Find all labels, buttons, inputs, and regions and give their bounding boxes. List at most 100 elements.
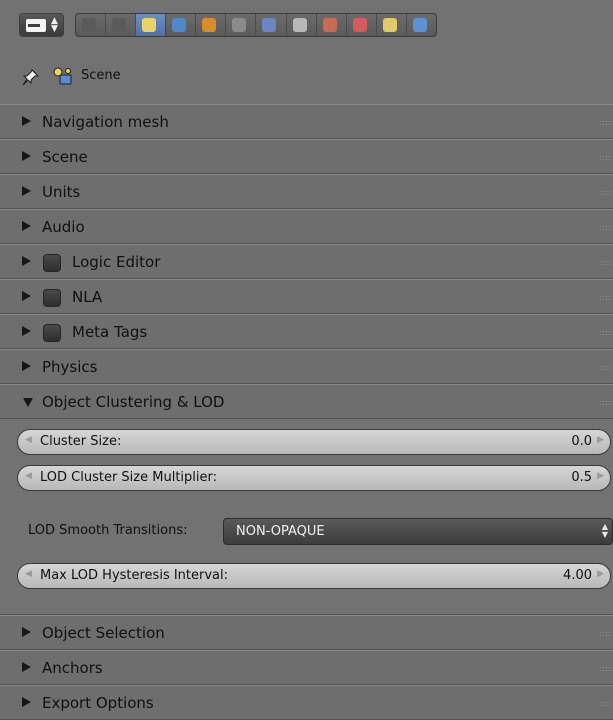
properties-editor: ▲ ▼ Scene Navigation mesh Scene Units Audio L… (0, 0, 613, 720)
panel-header-logic-editor[interactable]: Logic Editor (0, 244, 613, 279)
panel-header-navigation-mesh[interactable]: Navigation mesh (0, 104, 613, 139)
panel-enable-checkbox[interactable] (43, 324, 61, 342)
data-tab[interactable] (287, 14, 317, 36)
scene-icon (142, 18, 157, 32)
render-icon (82, 18, 96, 32)
modifiers-tab[interactable] (256, 14, 287, 36)
texture-icon (352, 18, 367, 32)
lod-cluster-size-multiplier-field[interactable]: ◀ LOD Cluster Size Multiplier: 0.5 ▶ (17, 465, 611, 491)
cluster-size-label: Cluster Size: (40, 434, 122, 449)
context-tabs (75, 13, 437, 37)
panel-header-anchors[interactable]: Anchors (0, 650, 613, 685)
panel-title: Object Selection (42, 624, 165, 642)
expand-triangle-icon (22, 326, 31, 336)
panel-header-scene[interactable]: Scene (0, 139, 613, 174)
panel-title: Logic Editor (72, 253, 161, 271)
decrement-arrow-icon[interactable]: ◀ (25, 471, 32, 481)
max-lod-hysteresis-interval-field[interactable]: ◀ Max LOD Hysteresis Interval: 4.00 ▶ (17, 563, 611, 589)
panel-title: Object Clustering & LOD (42, 393, 225, 411)
panel-header-nla[interactable]: NLA (0, 279, 613, 314)
breadcrumb: Scene (0, 56, 613, 98)
drag-grip-icon[interactable] (599, 330, 611, 336)
drag-grip-icon[interactable] (599, 225, 611, 231)
panel-header-audio[interactable]: Audio (0, 209, 613, 244)
panel-title: Meta Tags (72, 323, 148, 341)
panel-list: Navigation mesh Scene Units Audio Logic Edit… (0, 104, 613, 720)
editor-type-updown-icon: ▲ ▼ (51, 16, 58, 34)
panel-enable-checkbox[interactable] (43, 289, 61, 307)
panel-header-physics[interactable]: Physics (0, 349, 613, 384)
drag-grip-icon[interactable] (599, 701, 611, 707)
panel-title: Scene (42, 148, 88, 166)
modifiers-icon (262, 18, 277, 32)
hysteresis-value: 4.00 (563, 568, 592, 583)
decrement-arrow-icon[interactable]: ◀ (25, 435, 32, 445)
particles-icon (382, 18, 397, 32)
texture-tab[interactable] (347, 14, 377, 36)
expand-triangle-icon (22, 627, 31, 637)
panel-title: Units (42, 183, 81, 201)
panel-title: NLA (72, 288, 103, 306)
drag-grip-icon[interactable] (599, 400, 611, 406)
cluster-size-field[interactable]: ◀ Cluster Size: 0.0 ▶ (17, 429, 611, 455)
render-tab[interactable] (76, 14, 107, 36)
expand-triangle-icon (22, 256, 31, 266)
hysteresis-label: Max LOD Hysteresis Interval: (40, 568, 229, 583)
panel-enable-checkbox[interactable] (43, 254, 61, 272)
increment-arrow-icon[interactable]: ▶ (597, 471, 604, 481)
collapse-triangle-icon (23, 398, 33, 407)
lod-multiplier-label: LOD Cluster Size Multiplier: (40, 470, 217, 485)
drag-grip-icon[interactable] (599, 295, 611, 301)
increment-arrow-icon[interactable]: ▶ (597, 569, 604, 579)
scene-tab[interactable] (136, 14, 167, 36)
physics-tab[interactable] (407, 14, 436, 36)
dropdown-updown-icon: ▲ ▼ (601, 522, 608, 539)
breadcrumb-scene-label: Scene (81, 68, 121, 83)
panel-header-export-options[interactable]: Export Options (0, 685, 613, 720)
drag-grip-icon[interactable] (599, 666, 611, 672)
lod-smooth-transitions-value: NON-OPAQUE (236, 524, 325, 539)
panel-title: Anchors (42, 659, 103, 677)
expand-triangle-icon (22, 186, 31, 196)
drag-grip-icon[interactable] (599, 155, 611, 161)
decrement-arrow-icon[interactable]: ◀ (25, 569, 32, 579)
pin-icon[interactable] (21, 68, 41, 86)
editor-type-button[interactable]: ▲ ▼ (19, 13, 64, 37)
render-layers-tab[interactable] (106, 14, 137, 36)
expand-triangle-icon (22, 291, 31, 301)
expand-triangle-icon (22, 662, 31, 672)
panel-title: Audio (42, 218, 85, 236)
scene-icon (53, 67, 72, 85)
editor-type-icon (26, 19, 46, 32)
world-tab[interactable] (166, 14, 197, 36)
panel-header-object-clustering-lod[interactable]: Object Clustering & LOD (0, 384, 613, 419)
object-clustering-lod-body: ◀ Cluster Size: 0.0 ▶ ◀ LOD Cluster Size… (0, 419, 613, 615)
panel-header-meta-tags[interactable]: Meta Tags (0, 314, 613, 349)
lod-smooth-transitions-dropdown[interactable]: NON-OPAQUE ▲ ▼ (223, 518, 613, 545)
particles-tab[interactable] (377, 14, 407, 36)
drag-grip-icon[interactable] (599, 631, 611, 637)
expand-triangle-icon (22, 116, 31, 126)
increment-arrow-icon[interactable]: ▶ (597, 435, 604, 445)
properties-header: ▲ ▼ (0, 0, 613, 52)
material-icon (322, 18, 337, 32)
material-tab[interactable] (317, 14, 347, 36)
drag-grip-icon[interactable] (599, 190, 611, 196)
world-icon (172, 18, 187, 32)
drag-grip-icon[interactable] (599, 365, 611, 371)
cluster-size-value: 0.0 (571, 434, 592, 449)
constraints-icon (232, 18, 247, 32)
drag-grip-icon[interactable] (599, 260, 611, 266)
constraints-tab[interactable] (226, 14, 257, 36)
expand-triangle-icon (22, 697, 31, 707)
expand-triangle-icon (22, 151, 31, 161)
panel-header-object-selection[interactable]: Object Selection (0, 615, 613, 650)
lod-multiplier-value: 0.5 (571, 470, 592, 485)
drag-grip-icon[interactable] (599, 120, 611, 126)
panel-title: Navigation mesh (42, 113, 169, 131)
panel-header-units[interactable]: Units (0, 174, 613, 209)
lod-smooth-transitions-label: LOD Smooth Transitions: (28, 523, 188, 538)
data-icon (292, 18, 307, 32)
object-tab[interactable] (196, 14, 227, 36)
expand-triangle-icon (22, 361, 31, 371)
